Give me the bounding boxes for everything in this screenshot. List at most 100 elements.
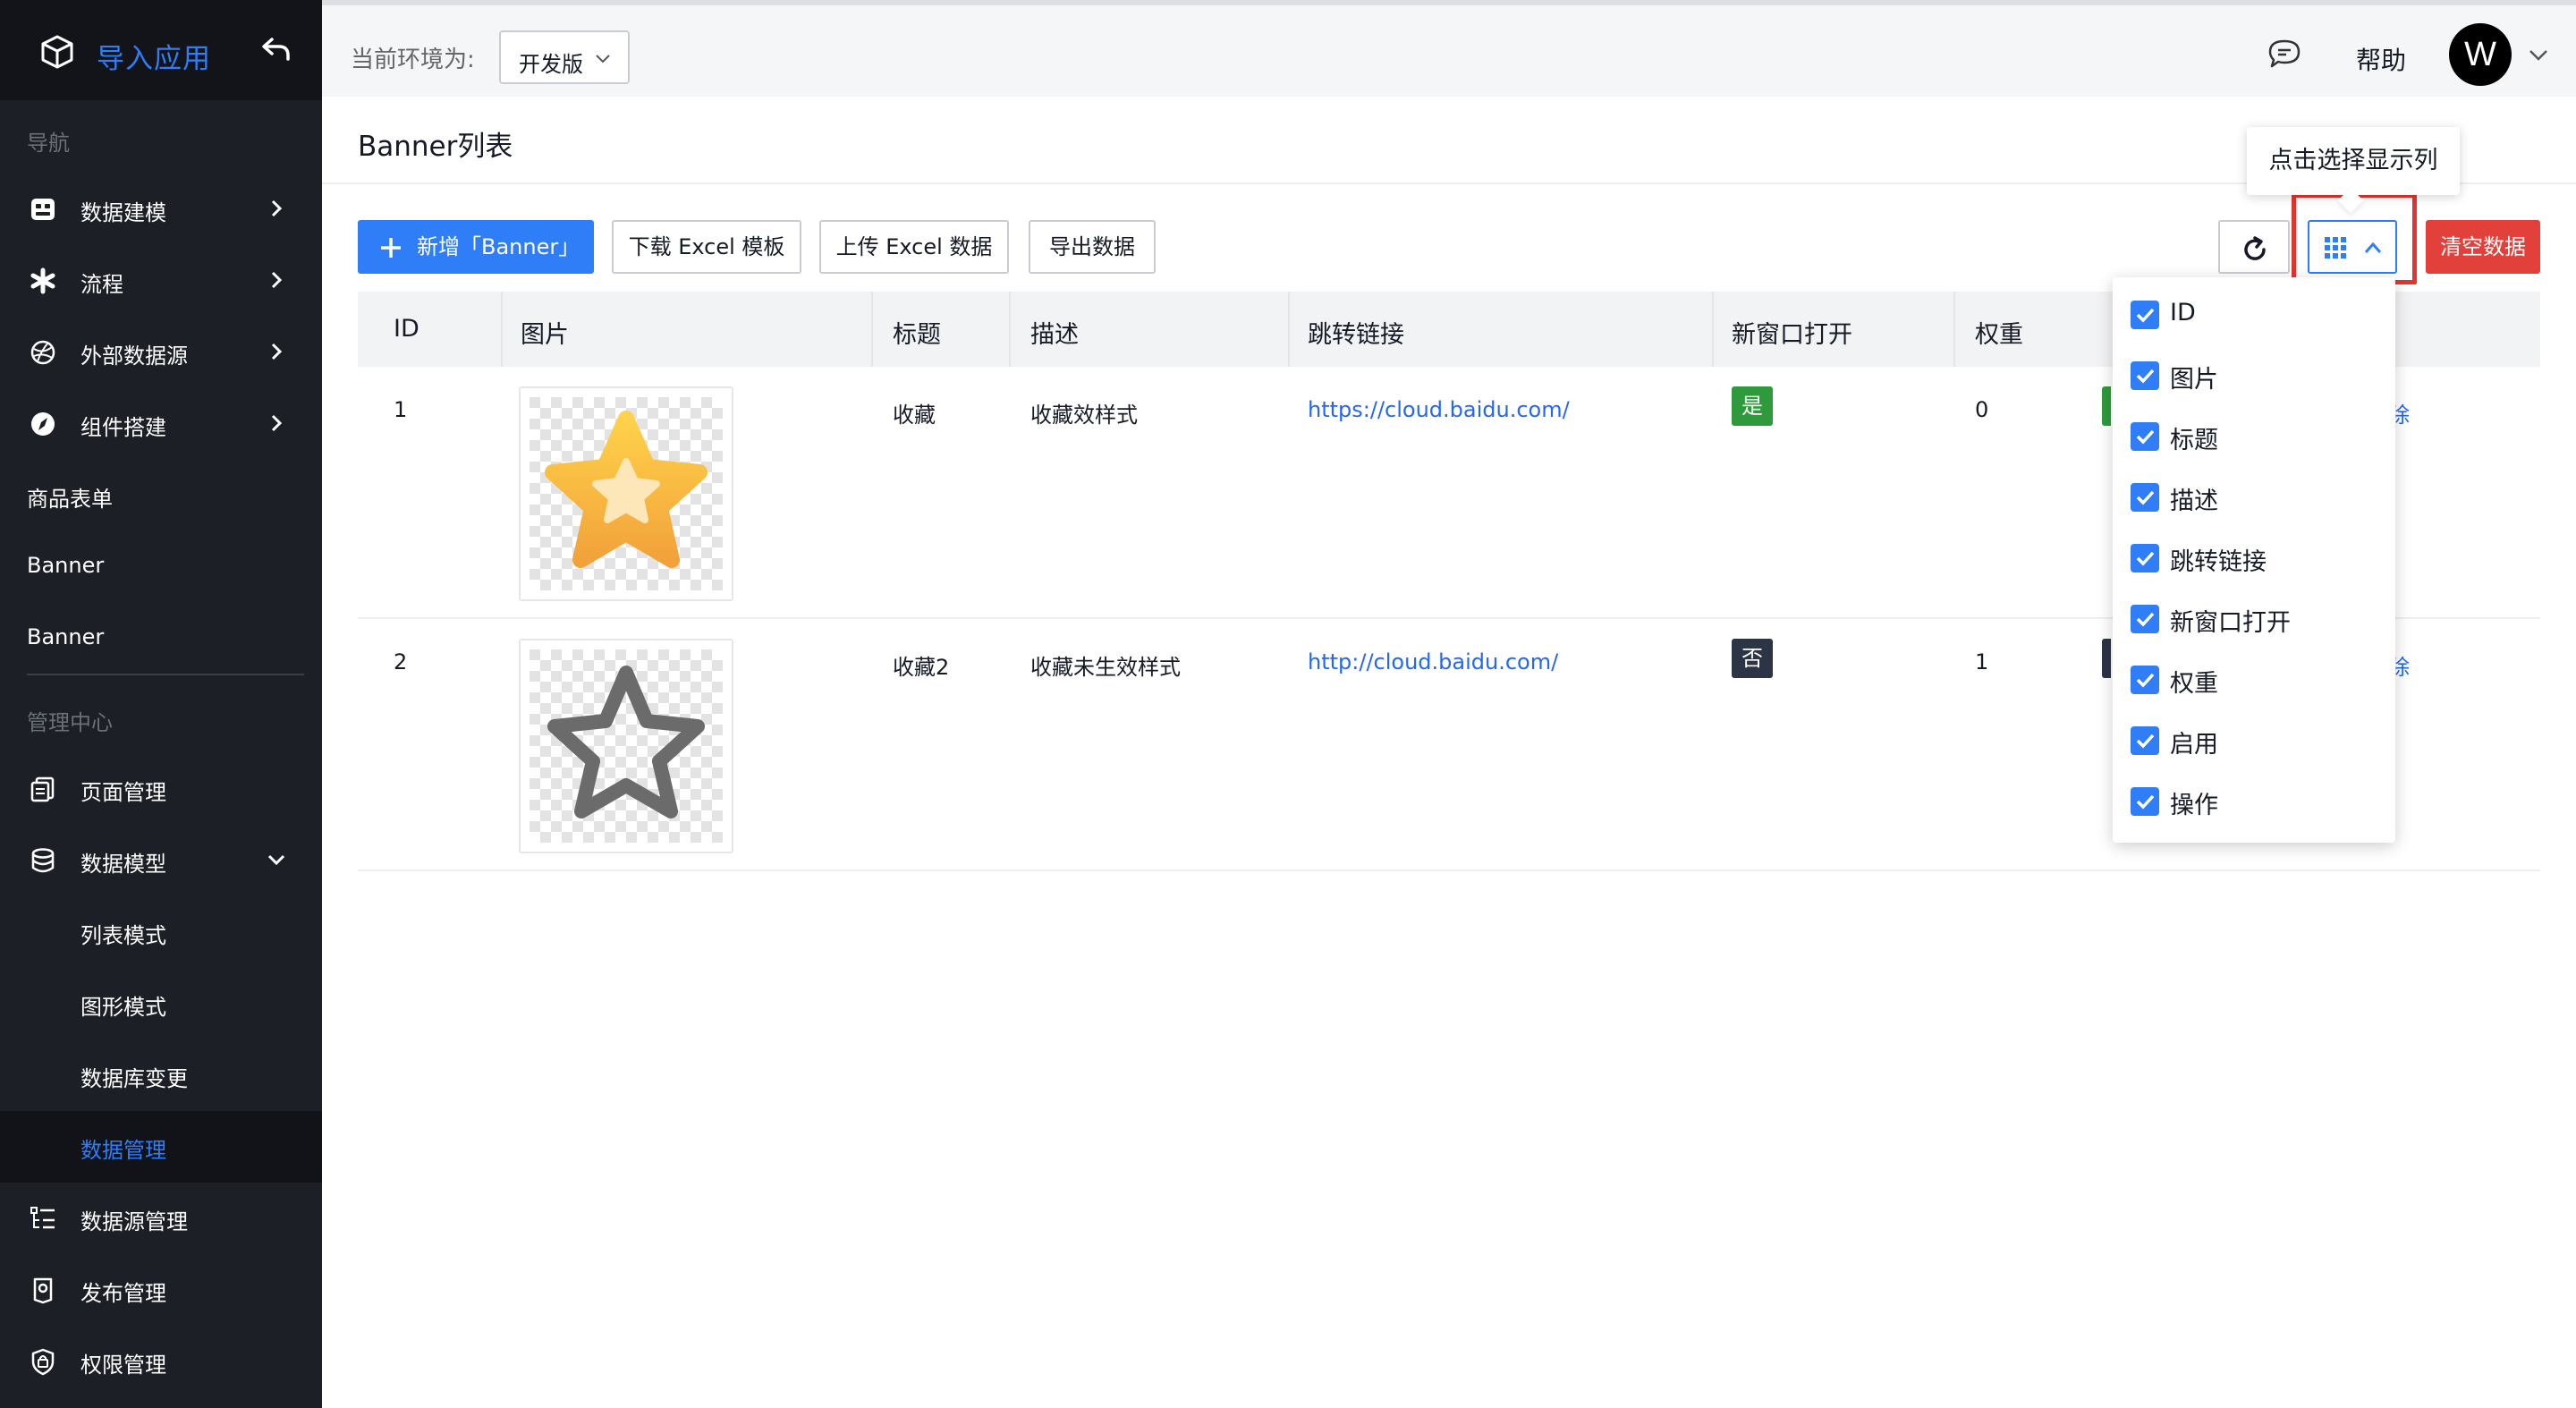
column-separator [1009, 292, 1011, 367]
sidebar-item-publish-management[interactable]: 发布管理 [0, 1254, 322, 1326]
sidebar-item-label: 页面管理 [80, 780, 166, 805]
app-header: 导入应用 [0, 0, 322, 100]
sidebar-item-label: 图形模式 [80, 995, 166, 1020]
sidebar-item-data-management[interactable]: 数据管理 [0, 1111, 322, 1183]
cube-icon [41, 35, 73, 69]
sidebar-item-page-management[interactable]: 页面管理 [0, 753, 322, 825]
chevron-down-icon[interactable] [2528, 47, 2549, 64]
column-option-new-window[interactable]: 新窗口打开 [2131, 601, 2381, 637]
sidebar-item-label: 商品表单 [27, 487, 113, 512]
column-option-label: 图片 [2170, 366, 2218, 394]
page-icon [30, 776, 55, 802]
refresh-button[interactable] [2218, 220, 2290, 274]
clear-data-button[interactable]: 清空数据 [2426, 220, 2540, 274]
sidebar-item-data-modeling[interactable]: 数据建模 [0, 174, 322, 245]
sidebar-item-label: 发布管理 [80, 1281, 166, 1306]
message-icon[interactable] [2267, 38, 2302, 70]
column-option-label: ID [2170, 299, 2196, 327]
cell-id: 2 [394, 649, 408, 674]
column-option-image[interactable]: 图片 [2131, 358, 2381, 394]
column-separator [1712, 292, 1714, 367]
sidebar-item-db-changes[interactable]: 数据库变更 [0, 1039, 322, 1111]
nav-section-label: 导航 [27, 131, 70, 156]
column-option-label: 描述 [2170, 488, 2218, 515]
sidebar-item-label: 组件搭建 [80, 415, 166, 440]
checkbox-checked-icon[interactable] [2131, 301, 2159, 329]
column-header-id: ID [394, 315, 419, 343]
cell-desc: 收藏效样式 [1030, 403, 1138, 428]
column-option-enabled[interactable]: 启用 [2131, 723, 2381, 759]
cell-link[interactable]: http://cloud.baidu.com/ [1308, 649, 1558, 674]
refresh-icon [2244, 236, 2266, 260]
sidebar-item-product-form[interactable]: 商品表单 [0, 460, 322, 531]
sidebar-item-flow[interactable]: 流程 [0, 245, 322, 317]
export-data-button[interactable]: 导出数据 [1029, 220, 1156, 274]
sidebar-item-external-source[interactable]: 外部数据源 [0, 317, 322, 388]
add-banner-label: 新增「Banner」 [417, 234, 580, 259]
cell-weight: 1 [1975, 649, 1989, 674]
sidebar-item-label: 数据管理 [80, 1138, 166, 1163]
avatar[interactable]: W [2449, 23, 2512, 86]
column-tooltip: 点击选择显示列 [2247, 127, 2460, 195]
column-separator [871, 292, 873, 367]
datasource-icon [30, 1207, 55, 1229]
add-banner-button[interactable]: 新增「Banner」 [358, 220, 594, 274]
checkbox-checked-icon[interactable] [2131, 605, 2159, 633]
checkbox-checked-icon[interactable] [2131, 726, 2159, 755]
help-link[interactable]: 帮助 [2356, 41, 2406, 77]
checkbox-checked-icon[interactable] [2131, 544, 2159, 573]
back-icon[interactable] [261, 36, 292, 63]
sidebar-item-banner-2[interactable]: Banner [0, 603, 322, 674]
sidebar-item-banner[interactable]: Banner [0, 531, 322, 603]
column-option-desc[interactable]: 描述 [2131, 479, 2381, 515]
env-select[interactable]: 开发版 [499, 30, 630, 84]
download-template-button[interactable]: 下载 Excel 模板 [612, 220, 801, 274]
sidebar-item-permission-management[interactable]: 权限管理 [0, 1326, 322, 1397]
upload-excel-button[interactable]: 上传 Excel 数据 [819, 220, 1009, 274]
env-select-value: 开发版 [519, 52, 583, 77]
chevron-right-icon [271, 271, 283, 289]
column-header-title: 标题 [893, 321, 941, 349]
column-option-link[interactable]: 跳转链接 [2131, 540, 2381, 576]
sidebar-item-label: 列表模式 [80, 923, 166, 948]
publish-icon [33, 1277, 53, 1304]
checkbox-checked-icon[interactable] [2131, 483, 2159, 512]
banner-image[interactable] [519, 386, 733, 601]
compass-icon [31, 412, 55, 436]
new-window-tag: 是 [1732, 386, 1773, 426]
checkbox-checked-icon[interactable] [2131, 361, 2159, 390]
banner-image[interactable] [519, 639, 733, 853]
column-option-weight[interactable]: 权重 [2131, 662, 2381, 698]
enabled-tag [2102, 386, 2111, 426]
column-option-label: 标题 [2170, 427, 2218, 454]
admin-section-label: 管理中心 [27, 710, 113, 735]
checkbox-checked-icon[interactable] [2131, 787, 2159, 816]
sidebar-item-components[interactable]: 组件搭建 [0, 388, 322, 460]
enabled-tag [2102, 639, 2111, 678]
column-option-actions[interactable]: 操作 [2131, 784, 2381, 819]
sidebar-item-datasource-management[interactable]: 数据源管理 [0, 1183, 322, 1254]
sidebar-item-graph-mode[interactable]: 图形模式 [0, 968, 322, 1039]
chevron-down-icon [596, 55, 610, 64]
header-divider [322, 182, 2576, 184]
sidebar-item-label: 数据建模 [80, 200, 166, 225]
sidebar-divider [27, 674, 304, 675]
sidebar-item-data-model[interactable]: 数据模型 [0, 825, 322, 896]
app-title: 导入应用 [97, 43, 211, 75]
column-header-desc: 描述 [1030, 321, 1079, 349]
checkbox-checked-icon[interactable] [2131, 666, 2159, 694]
sidebar-item-list-mode[interactable]: 列表模式 [0, 896, 322, 968]
cell-title: 收藏 [893, 403, 936, 428]
column-header-link: 跳转链接 [1308, 321, 1404, 349]
database-icon [31, 848, 55, 873]
cell-link[interactable]: https://cloud.baidu.com/ [1308, 397, 1570, 422]
column-header-weight: 权重 [1975, 321, 2023, 349]
column-option-title[interactable]: 标题 [2131, 419, 2381, 454]
chevron-down-icon [267, 854, 285, 866]
column-option-label: 操作 [2170, 792, 2218, 819]
top-bar: 当前环境为: 开发版 帮助 W [322, 0, 2576, 97]
column-option-id[interactable]: ID [2131, 297, 2381, 333]
cell-title: 收藏2 [893, 655, 950, 680]
sidebar-item-label: Banner [27, 553, 105, 578]
checkbox-checked-icon[interactable] [2131, 422, 2159, 451]
